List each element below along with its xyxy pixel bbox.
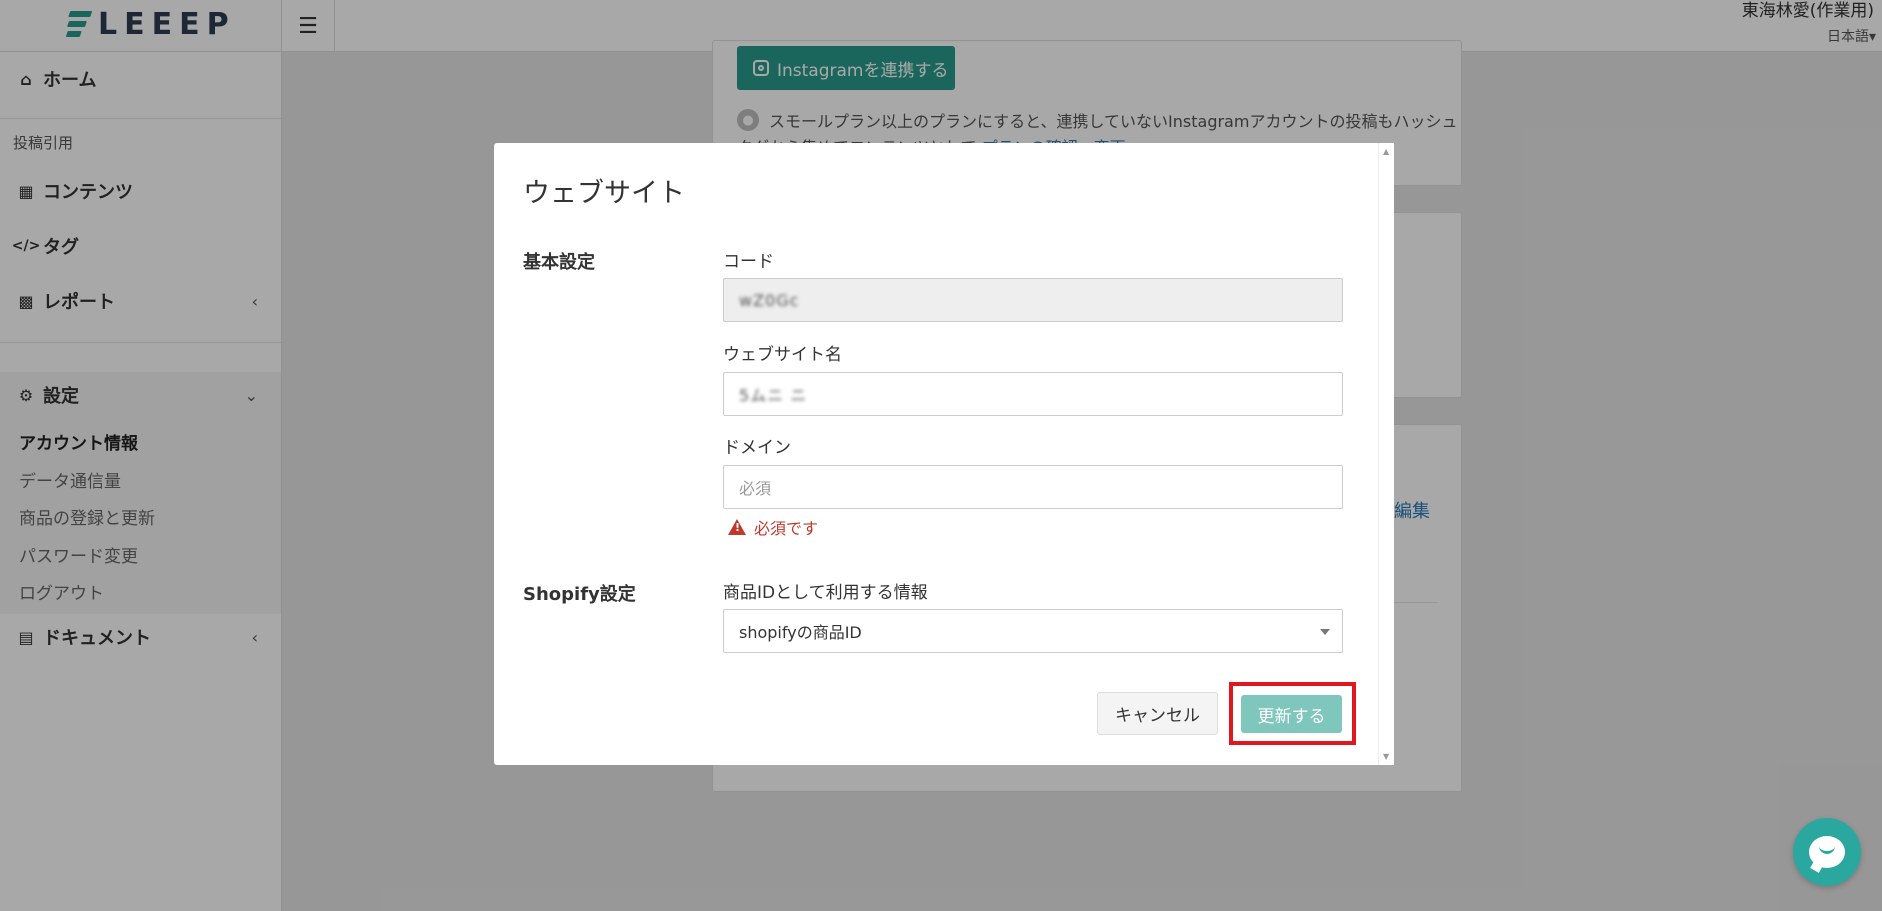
domain-error: 必須です: [728, 515, 818, 539]
domain-placeholder: 必須: [739, 479, 772, 498]
code-label: コード: [723, 252, 774, 272]
product-id-selected: shopifyの商品ID: [739, 623, 862, 642]
dropdown-caret-icon: [1320, 629, 1330, 635]
chat-bubble-icon: [1809, 836, 1845, 868]
modal-title: ウェブサイト: [523, 178, 685, 209]
website-modal: ▲ ▼ ウェブサイト 基本設定 コード wZ0Gc ウェブサイト名 5ムニ ニ …: [494, 143, 1394, 765]
domain-error-text: 必須です: [754, 519, 819, 538]
scroll-up-icon[interactable]: ▲: [1383, 147, 1389, 156]
cancel-button[interactable]: キャンセル: [1097, 692, 1218, 735]
site-name-label: ウェブサイト名: [723, 345, 842, 365]
domain-field[interactable]: 必須: [723, 465, 1343, 509]
product-id-label: 商品IDとして利用する情報: [723, 583, 928, 603]
chat-smile-icon: [1819, 846, 1835, 854]
domain-label: ドメイン: [723, 438, 791, 458]
chat-widget-button[interactable]: [1793, 818, 1861, 886]
code-value: wZ0Gc: [739, 290, 800, 310]
basic-settings-label: 基本設定: [523, 252, 595, 273]
product-id-select[interactable]: shopifyの商品ID: [723, 609, 1343, 653]
shopify-settings-label: Shopify設定: [523, 584, 636, 605]
modal-scrollbar[interactable]: ▲ ▼: [1378, 143, 1394, 765]
scroll-down-icon[interactable]: ▼: [1383, 752, 1389, 761]
update-button[interactable]: 更新する: [1241, 695, 1342, 733]
site-name-value: 5ムニ ニ: [739, 386, 808, 405]
warning-icon: [728, 519, 746, 535]
code-field: wZ0Gc: [723, 278, 1343, 322]
site-name-field[interactable]: 5ムニ ニ: [723, 372, 1343, 416]
